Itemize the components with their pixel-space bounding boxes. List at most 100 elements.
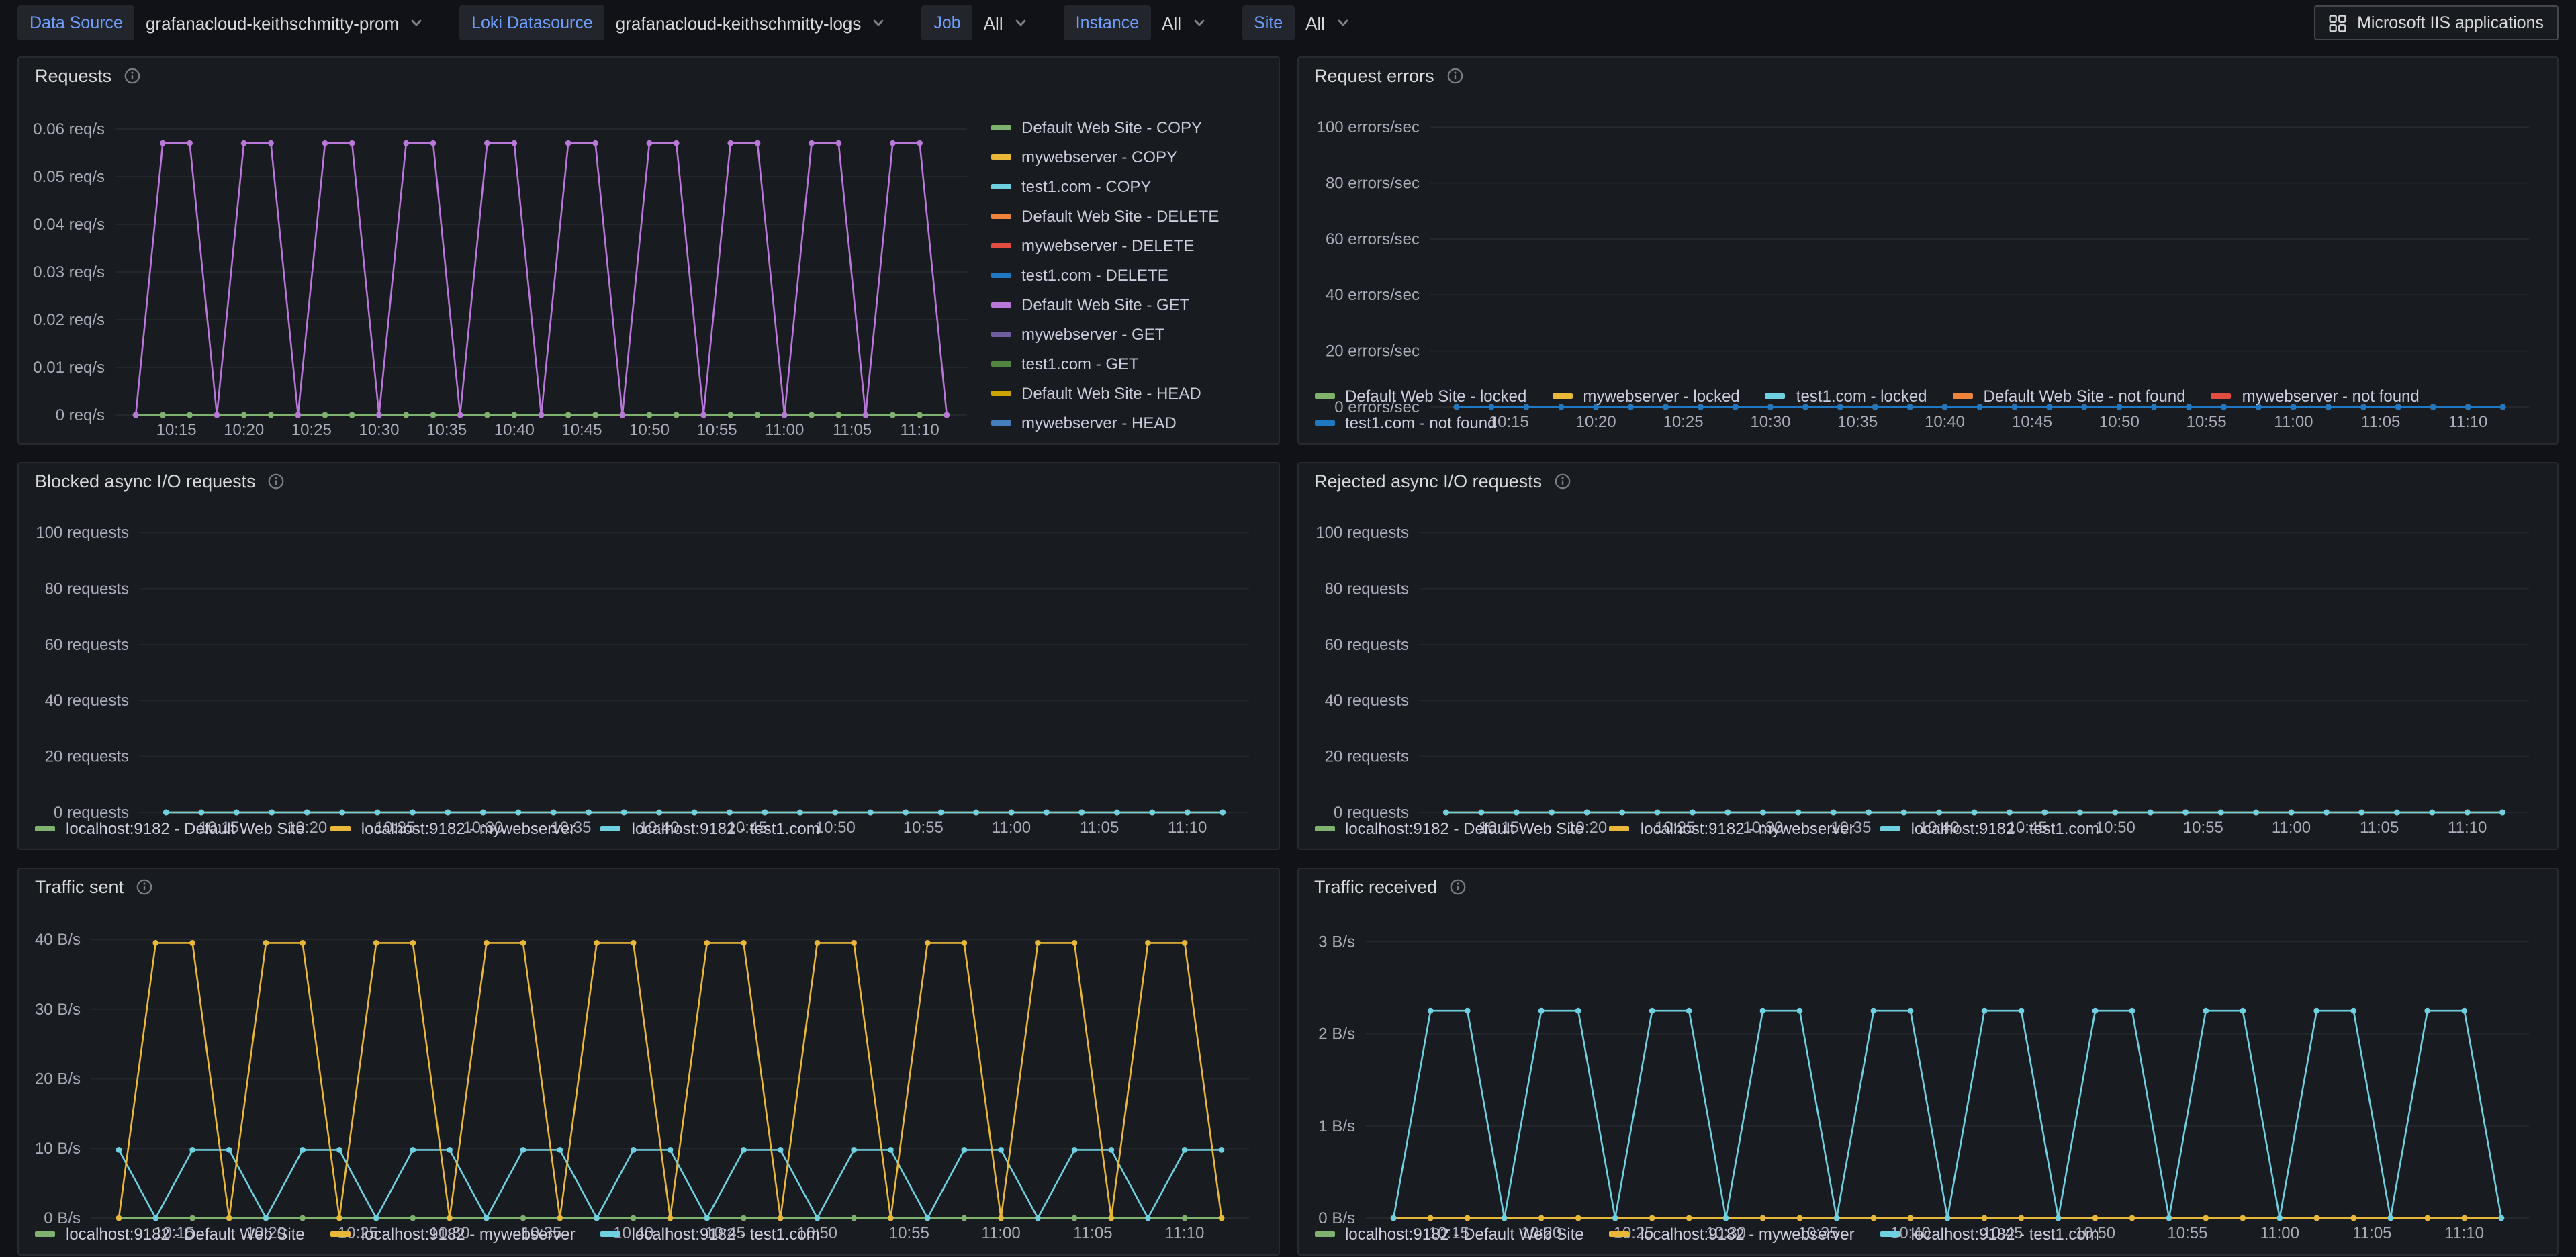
svg-text:3 B/s: 3 B/s — [1318, 933, 1354, 951]
legend-item[interactable]: test1.com - locked — [1765, 383, 1927, 410]
legend-item[interactable]: mywebserver - COPY — [991, 142, 1264, 172]
legend-item[interactable]: test1.com - not found — [1314, 410, 1496, 436]
job-dropdown[interactable]: All — [973, 5, 1040, 40]
legend-label: test1.com - not found — [1345, 414, 1497, 432]
legend-item[interactable]: localhost:9182 - mywebserver — [1609, 1221, 1855, 1248]
legend-item[interactable]: Default Web Site - not found — [1952, 383, 2186, 410]
apps-grid-icon — [2329, 14, 2346, 32]
series-color-swatch — [1552, 393, 1573, 399]
timeseries-plot: 0 B/s1 B/s2 B/s3 B/s10:15 10:20 10:25 10:30… — [1318, 933, 2528, 1242]
legend-item[interactable]: test1.com - DELETE — [991, 261, 1264, 290]
series-color-swatch — [330, 1231, 351, 1237]
legend-item[interactable]: test1.com - GET — [991, 349, 1264, 379]
job-value: All — [983, 13, 1003, 33]
variable-site: Site All — [1242, 5, 1361, 40]
svg-text:0 req/s: 0 req/s — [56, 406, 105, 424]
legend-item[interactable]: localhost:9182 - Default Web Site — [35, 815, 305, 842]
series-color-swatch — [2211, 393, 2232, 399]
series-color-swatch — [35, 826, 55, 831]
legend-item[interactable]: localhost:9182 - mywebserver — [330, 815, 576, 842]
legend-item[interactable]: Default Web Site - COPY — [991, 113, 1264, 142]
variable-label: Site — [1242, 5, 1295, 40]
chevron-down-icon — [408, 15, 424, 31]
request-errors-chart[interactable]: 0 errors/sec 20 errors/sec 40 errors/sec 60… — [1312, 94, 2544, 431]
svg-text:0.01 req/s: 0.01 req/s — [33, 359, 105, 377]
iis-applications-label: Microsoft IIS applications — [2357, 13, 2544, 32]
legend-item[interactable]: localhost:9182 - test1.com — [600, 1221, 820, 1248]
legend-item[interactable]: Default Web Site - GET — [991, 290, 1264, 320]
legend-label: localhost:9182 - test1.com — [631, 1225, 820, 1244]
info-icon[interactable] — [124, 67, 141, 85]
legend-item[interactable]: localhost:9182 - mywebserver — [330, 1221, 576, 1248]
datasource-dropdown[interactable]: grafanacloud-keithschmitty-prom — [135, 5, 435, 40]
variable-label: Instance — [1063, 5, 1152, 40]
legend-label: test1.com - GET — [1021, 355, 1139, 373]
traffic-sent-chart[interactable]: 0 B/s 10 B/s 20 B/s 30 B/s 40 B/s 10:15 10:20 1… — [32, 905, 1264, 1242]
series-color-swatch — [991, 154, 1011, 160]
svg-text:60 errors/sec: 60 errors/sec — [1325, 230, 1419, 248]
legend-item[interactable]: mywebserver - HEAD — [991, 408, 1264, 438]
svg-text:10:50: 10:50 — [629, 421, 670, 439]
legend-item[interactable]: mywebserver - locked — [1552, 383, 1740, 410]
series-color-swatch — [991, 273, 1011, 278]
blocked-async-io-chart[interactable]: 0 requests 20 requests 40 requests 60 reque… — [32, 500, 1264, 837]
info-icon[interactable] — [1449, 878, 1467, 896]
series-color-swatch — [991, 332, 1011, 337]
traffic-received-chart[interactable]: 0 B/s 1 B/s 2 B/s 3 B/s 10:15 10:20 10:25 10:30… — [1312, 905, 2544, 1242]
panel-header[interactable]: Traffic sent — [19, 869, 1278, 905]
panel-header[interactable]: Request errors — [1298, 58, 2557, 94]
legend-label: localhost:9182 - Default Web Site — [1345, 819, 1584, 838]
series-color-swatch — [991, 243, 1011, 248]
variable-instance: Instance All — [1063, 5, 1217, 40]
legend-item[interactable]: localhost:9182 - test1.com — [600, 815, 820, 842]
legend-item[interactable]: localhost:9182 - Default Web Site — [1314, 815, 1584, 842]
panel-rejected-async-io: Rejected async I/O requests 0 requests 20… — [1297, 462, 2559, 850]
rejected-async-io-chart[interactable]: 0 requests 20 requests 40 requests 60 reque… — [1312, 500, 2544, 837]
series-color-swatch — [600, 826, 621, 831]
iis-applications-button[interactable]: Microsoft IIS applications — [2314, 5, 2559, 40]
panel-header[interactable]: Requests — [19, 58, 1278, 94]
panel-header[interactable]: Blocked async I/O requests — [19, 463, 1278, 500]
legend-label: mywebserver - GET — [1021, 325, 1165, 344]
panel-body: 0 requests 20 requests 40 requests 60 reque… — [1298, 500, 2557, 849]
info-icon[interactable] — [1446, 67, 1464, 85]
svg-text:80 errors/sec: 80 errors/sec — [1325, 175, 1419, 193]
legend-item[interactable]: localhost:9182 - mywebserver — [1609, 815, 1855, 842]
legend-label: Default Web Site - locked — [1345, 387, 1527, 406]
legend-item[interactable]: Default Web Site - HEAD — [991, 379, 1264, 408]
legend-item[interactable]: Default Web Site - locked — [1314, 383, 1526, 410]
legend-label: test1.com - COPY — [1021, 177, 1152, 196]
site-dropdown[interactable]: All — [1295, 5, 1361, 40]
legend-item[interactable]: localhost:9182 - test1.com — [1880, 815, 2099, 842]
legend-item[interactable]: mywebserver - not found — [2211, 383, 2420, 410]
panel-body: 0 errors/sec 20 errors/sec 40 errors/sec 60… — [1298, 94, 2557, 443]
legend-item[interactable]: mywebserver - GET — [991, 320, 1264, 349]
legend-item[interactable]: localhost:9182 - Default Web Site — [1314, 1221, 1584, 1248]
info-icon[interactable] — [268, 473, 285, 490]
svg-text:0.02 req/s: 0.02 req/s — [33, 311, 105, 329]
instance-dropdown[interactable]: All — [1151, 5, 1217, 40]
chevron-down-icon — [1191, 15, 1207, 31]
datasource-value: grafanacloud-keithschmitty-prom — [145, 13, 400, 33]
series-color-swatch — [1314, 393, 1334, 399]
panel-header[interactable]: Traffic received — [1298, 869, 2557, 905]
series-color-swatch — [35, 1231, 55, 1237]
series-color-swatch — [991, 302, 1011, 308]
panel-header[interactable]: Rejected async I/O requests — [1298, 463, 2557, 500]
svg-text:20 errors/sec: 20 errors/sec — [1325, 342, 1419, 361]
panel-body: 0 req/s 0.01 req/s 0.02 req/s 0.03 req/s 0.0… — [19, 94, 1278, 443]
legend-item[interactable]: test1.com - COPY — [991, 172, 1264, 201]
legend-label: localhost:9182 - test1.com — [631, 819, 820, 838]
svg-text:2 B/s: 2 B/s — [1318, 1025, 1354, 1043]
legend-label: test1.com - locked — [1796, 387, 1927, 406]
info-icon[interactable] — [136, 878, 153, 896]
legend-item[interactable]: Default Web Site - DELETE — [991, 201, 1264, 231]
legend-item[interactable]: mywebserver - DELETE — [991, 231, 1264, 261]
panel-request-errors: Request errors 0 errors/sec 20 errors/sec… — [1297, 56, 2559, 445]
requests-chart[interactable]: 0 req/s 0.01 req/s 0.02 req/s 0.03 req/s 0.0… — [32, 94, 982, 443]
loki-datasource-dropdown[interactable]: grafanacloud-keithschmitty-logs — [605, 5, 898, 40]
legend-item[interactable]: localhost:9182 - Default Web Site — [35, 1221, 305, 1248]
legend-label: localhost:9182 - Default Web Site — [66, 1225, 305, 1244]
info-icon[interactable] — [1554, 473, 1571, 490]
legend-item[interactable]: localhost:9182 - test1.com — [1880, 1221, 2099, 1248]
